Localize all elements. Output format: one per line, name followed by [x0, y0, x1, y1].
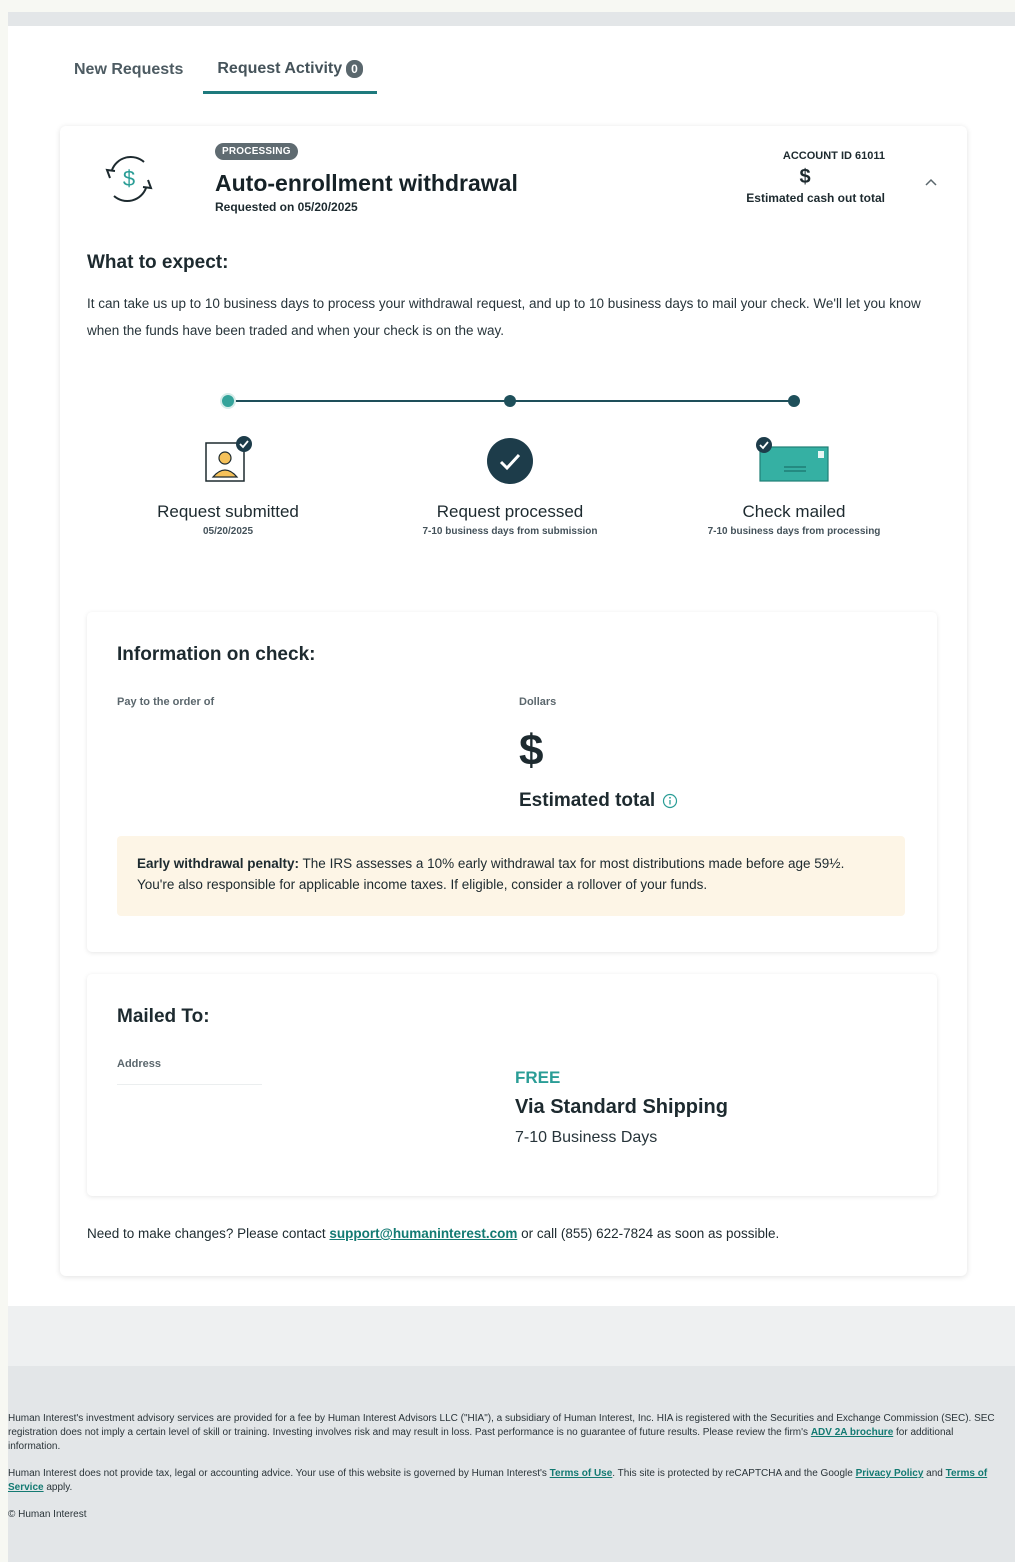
footer-spacer [8, 1306, 1015, 1366]
request-tabs: New Requests Request Activity 0 [74, 56, 411, 94]
footer-disclosure: Human Interest's investment advisory ser… [8, 1412, 1005, 1454]
timeline-dot [504, 395, 516, 407]
step-request-submitted: Request submitted 05/20/2025 [118, 436, 338, 537]
penalty-notice: Early withdrawal penalty: The IRS assess… [117, 836, 905, 916]
expect-heading: What to expect: [87, 252, 229, 273]
footer-text: apply. [43, 1482, 73, 1493]
mailed-to-heading: Mailed To: [117, 1006, 210, 1027]
check-circle-icon [487, 438, 533, 484]
timeline-dot [788, 395, 800, 407]
contact-note: Need to make changes? Please contact sup… [87, 1226, 779, 1241]
request-count-badge: 0 [346, 59, 363, 78]
info-icon[interactable] [662, 793, 678, 809]
adv-brochure-link[interactable]: ADV 2A brochure [811, 1427, 893, 1438]
footer: Human Interest's investment advisory ser… [8, 1366, 1015, 1562]
contact-text: Need to make changes? Please contact [87, 1226, 330, 1241]
shipping-method: Via Standard Shipping [515, 1096, 728, 1118]
top-strip [8, 12, 1015, 26]
contact-phone-text: or call (855) 622-7824 as soon as possib… [517, 1226, 780, 1241]
request-card: $ PROCESSING Auto-enrollment withdrawal … [60, 126, 967, 1276]
shipping-cost: FREE [515, 1068, 561, 1087]
user-profile-icon [205, 436, 252, 482]
address-value [117, 1084, 262, 1085]
dollar-exchange-icon: $ [105, 155, 153, 203]
cash-out-label: Estimated cash out total [746, 191, 885, 205]
step-subtitle: 7-10 business days from processing [707, 526, 881, 537]
step-subtitle: 7-10 business days from submission [422, 526, 598, 537]
status-badge: PROCESSING [215, 143, 298, 160]
tab-new-requests-label: New Requests [74, 61, 184, 78]
estimated-total: Estimated total [519, 790, 678, 812]
footer-text: Human Interest does not provide tax, leg… [8, 1468, 550, 1479]
step-name: Check mailed [742, 502, 846, 521]
request-title: Auto-enrollment withdrawal [215, 170, 518, 196]
step-check-mailed: Check mailed 7-10 business days from pro… [684, 436, 904, 537]
pay-to-label: Pay to the order of [117, 696, 215, 708]
request-date: Requested on 05/20/2025 [215, 200, 358, 214]
step-subtitle: 05/20/2025 [202, 526, 254, 537]
step-name: Request processed [436, 502, 584, 521]
chevron-up-icon[interactable] [923, 174, 939, 190]
footer-legal: Human Interest does not provide tax, leg… [8, 1467, 1005, 1495]
copyright: © Human Interest [8, 1509, 87, 1520]
address-label: Address [117, 1058, 162, 1070]
account-id: ACCOUNT ID 61011 [782, 150, 885, 162]
cash-out-amount: $ [799, 166, 811, 188]
mailed-to-card: Mailed To: Address FREE Via Standard Shi… [87, 974, 937, 1196]
account-summary: ACCOUNT ID 61011 $ Estimated cash out to… [665, 150, 885, 205]
expect-description: It can take us up to 10 business days to… [87, 296, 921, 338]
check-info-heading: Information on check: [117, 644, 316, 665]
penalty-heading: Early withdrawal penalty: [137, 856, 300, 871]
step-request-processed: Request processed 7-10 business days fro… [400, 436, 620, 537]
tab-request-activity-label: Request Activity [217, 59, 343, 77]
step-name: Request submitted [157, 502, 299, 521]
check-amount: $ [519, 726, 544, 775]
shipping-time: 7-10 Business Days [515, 1129, 658, 1146]
page-content: New Requests Request Activity 0 $ PROCES… [8, 26, 1015, 1306]
estimated-total-label: Estimated total [519, 790, 656, 811]
check-info-card: Information on check: Pay to the order o… [87, 612, 937, 952]
timeline-dot-complete [220, 393, 236, 409]
support-email-link[interactable]: support@humaninterest.com [329, 1226, 517, 1241]
dollars-label: Dollars [519, 696, 557, 708]
envelope-icon [756, 437, 829, 482]
terms-of-use-link[interactable]: Terms of Use [550, 1468, 613, 1479]
progress-timeline: Request submitted 05/20/2025 Request pro… [60, 388, 967, 548]
tab-request-activity[interactable]: Request Activity 0 [203, 56, 377, 94]
tab-new-requests[interactable]: New Requests [74, 56, 183, 94]
footer-text: and [923, 1468, 946, 1479]
svg-text:$: $ [123, 166, 135, 191]
privacy-policy-link[interactable]: Privacy Policy [856, 1468, 924, 1479]
footer-text: . This site is protected by reCAPTCHA an… [612, 1468, 856, 1479]
